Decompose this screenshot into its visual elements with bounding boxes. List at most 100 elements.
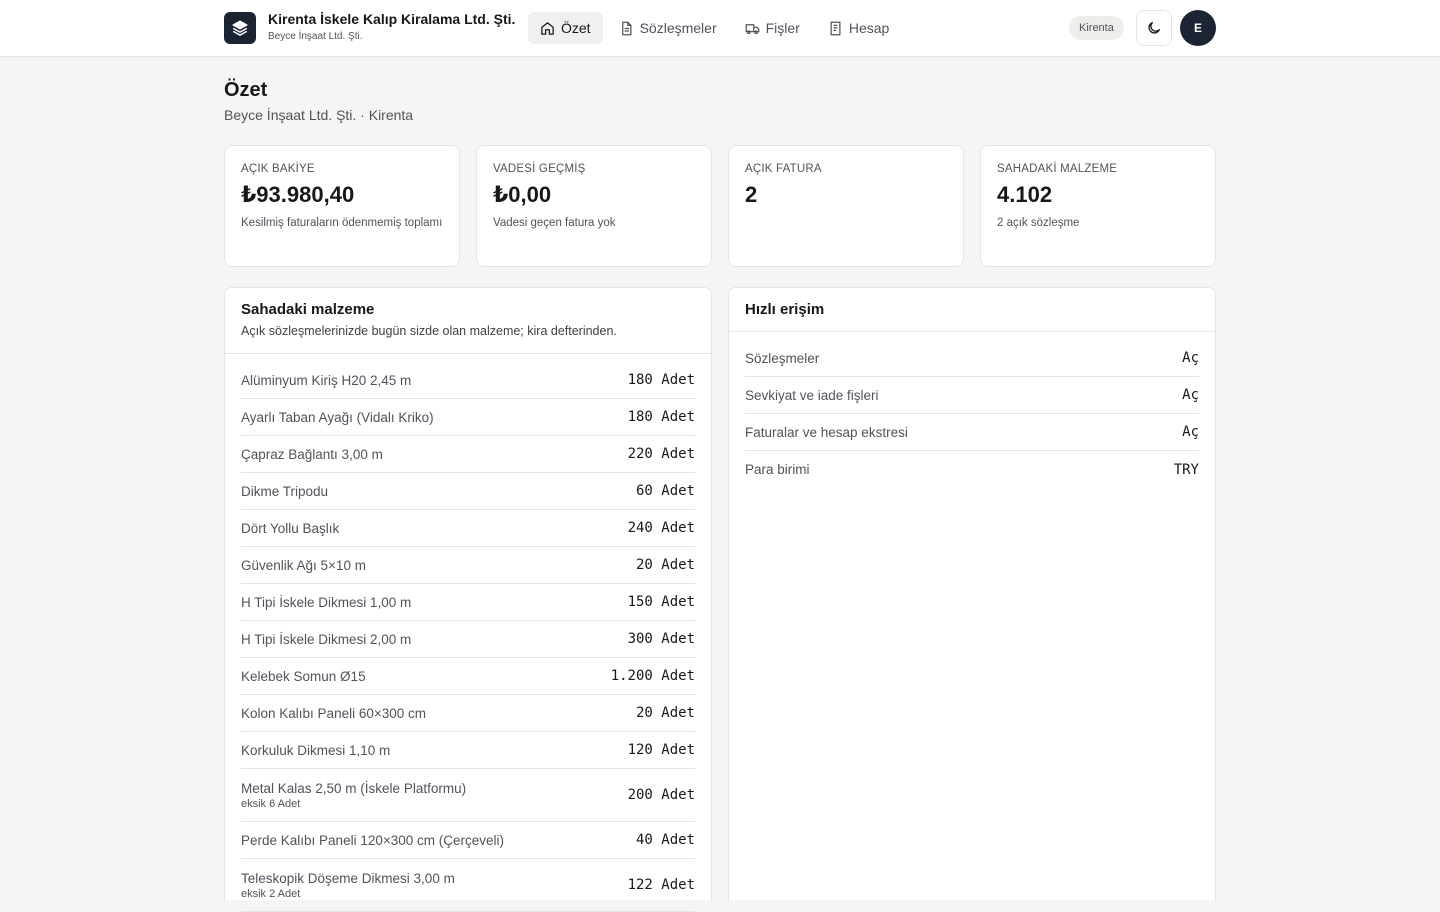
nav-label: Sözleşmeler [639,20,717,36]
list-item: Kelebek Somun Ø15 1.200 Adet [241,658,695,695]
page-subtitle: Beyce İnşaat Ltd. Şti. · Kirenta [224,107,414,123]
material-qty: 180 Adet [627,372,695,388]
list-item: Ayarlı Taban Ayağı (Vidalı Kriko) 180 Ad… [241,399,695,436]
material-qty: 20 Adet [635,557,695,573]
app-subtitle: Beyce İnşaat Ltd. Şti. [268,31,363,42]
material-name: Perde Kalıbı Paneli 120×300 cm (Çerçevel… [241,832,505,848]
currency-value: TRY [1173,461,1199,478]
quick-label: Faturalar ve hesap ekstresi [745,424,908,440]
document-icon [621,21,632,35]
shortage-note: eksik 2 Adet [241,887,301,900]
stat-label: VADESİ GEÇMİŞ [493,163,586,175]
quick-link-contracts[interactable]: Sözleşmeler Aç [745,340,1199,377]
top-bar: Kirenta İskele Kalıp Kiralama Ltd. Şti. … [0,0,1440,57]
card-header: Sahadaki malzeme Açık sözleşmelerinizde … [225,288,711,354]
stat-value: 4.102 [997,182,1053,207]
material-name: Dört Yollu Başlık [241,520,340,536]
nav-item-sozlesmeler[interactable]: Sözleşmeler [607,12,729,44]
onsite-material-card: Sahadaki malzeme Açık sözleşmelerinizde … [224,287,712,912]
nav-item-fisler[interactable]: Fişler [733,12,812,44]
main-nav: Özet Sözleşmeler Fişler Hesap [528,12,901,44]
card-title: Hızlı erişim [745,301,825,318]
material-name: Teleskopik Döşeme Dikmesi 3,00 m [241,870,455,886]
material-qty: 20 Adet [635,705,695,721]
material-qty: 1.200 Adet [610,668,695,684]
material-name: Kelebek Somun Ø15 [241,668,366,684]
quick-access-card: Hızlı erişim Sözleşmeler Aç Sevkiyat ve … [728,287,1216,900]
material-name: Kolon Kalıbı Paneli 60×300 cm [241,705,426,721]
shortage-note: eksik 6 Adet [241,797,301,810]
material-name: H Tipi İskele Dikmesi 1,00 m [241,594,412,610]
user-avatar[interactable]: E [1180,10,1216,46]
stat-desc: 2 açık sözleşme [997,217,1080,229]
stat-label: AÇIK FATURA [745,163,822,175]
quick-label: Sevkiyat ve iade fişleri [745,387,879,403]
stat-value: ₺0,00 [493,182,552,207]
list-item: Metal Kalas 2,50 m (İskele Platformu) ek… [241,769,695,822]
moon-icon [1148,22,1160,34]
material-qty: 150 Adet [627,594,695,610]
stat-card-overdue: VADESİ GEÇMİŞ ₺0,00 Vadesi geçen fatura … [476,145,712,267]
page-title: Özet [224,79,268,101]
truck-icon [745,23,759,34]
material-qty: 60 Adet [635,483,695,499]
list-item: Dört Yollu Başlık 240 Adet [241,510,695,547]
nav-item-ozet[interactable]: Özet [528,12,603,44]
nav-label: Hesap [848,20,890,36]
stat-label: AÇIK BAKİYE [241,163,315,175]
nav-item-hesap[interactable]: Hesap [816,12,901,44]
stat-desc: Kesilmiş faturaların ödenmemiş toplamı [241,217,443,229]
open-link[interactable]: Aç [1182,387,1199,403]
stat-card-open-invoices: AÇIK FATURA 2 [728,145,964,267]
material-name: Ayarlı Taban Ayağı (Vidalı Kriko) [241,409,434,425]
list-item: Güvenlik Ağı 5×10 m 20 Adet [241,547,695,584]
card-header: Hızlı erişim [729,288,1215,332]
nav-label: Özet [561,20,591,36]
app-name: Kirenta İskele Kalıp Kiralama Ltd. Şti. [268,11,516,27]
stat-value: 2 [745,182,758,207]
list-item: H Tipi İskele Dikmesi 1,00 m 150 Adet [241,584,695,621]
quick-label: Sözleşmeler [745,350,820,366]
material-qty: 300 Adet [627,631,695,647]
material-name: Metal Kalas 2,50 m (İskele Platformu) [241,780,467,796]
material-list: Alüminyum Kiriş H20 2,45 m 180 Adet Ayar… [225,354,711,912]
stat-card-open-balance: AÇIK BAKİYE ₺93.980,40 Kesilmiş faturala… [224,145,460,267]
open-link[interactable]: Aç [1182,424,1199,440]
material-name: Korkuluk Dikmesi 1,10 m [241,742,391,758]
list-item: Kolon Kalıbı Paneli 60×300 cm 20 Adet [241,695,695,732]
material-name: Çapraz Bağlantı 3,00 m [241,446,383,462]
quick-link-invoices[interactable]: Faturalar ve hesap ekstresi Aç [745,414,1199,451]
material-qty: 180 Adet [627,409,695,425]
theme-toggle-button[interactable] [1136,10,1172,46]
material-name: Güvenlik Ağı 5×10 m [241,557,366,573]
material-name: Dikme Tripodu [241,483,329,499]
quick-label: Para birimi [745,462,810,477]
material-qty: 120 Adet [627,742,695,758]
tenant-badge: Kirenta [1069,16,1124,40]
currency-row: Para birimi TRY [745,451,1199,488]
list-item: Perde Kalıbı Paneli 120×300 cm (Çerçevel… [241,822,695,859]
list-item: Teleskopik Döşeme Dikmesi 3,00 m eksik 2… [241,859,695,912]
quick-access-list: Sözleşmeler Aç Sevkiyat ve iade fişleri … [729,332,1215,488]
list-item: Çapraz Bağlantı 3,00 m 220 Adet [241,436,695,473]
home-icon [541,21,554,35]
list-item: Alüminyum Kiriş H20 2,45 m 180 Adet [241,362,695,399]
list-item: Dikme Tripodu 60 Adet [241,473,695,510]
nav-label: Fişler [765,20,800,36]
card-title: Sahadaki malzeme [241,301,375,318]
stat-label: SAHADAKİ MALZEME [997,163,1118,175]
card-description: Açık sözleşmelerinizde bugün sizde olan … [241,324,617,338]
stat-card-onsite-material: SAHADAKİ MALZEME 4.102 2 açık sözleşme [980,145,1216,267]
quick-link-delivery-slips[interactable]: Sevkiyat ve iade fişleri Aç [745,377,1199,414]
material-qty: 40 Adet [635,832,695,848]
open-link[interactable]: Aç [1182,350,1199,366]
material-qty: 240 Adet [627,520,695,536]
list-item: H Tipi İskele Dikmesi 2,00 m 300 Adet [241,621,695,658]
receipt-icon [830,21,841,35]
material-name: Alüminyum Kiriş H20 2,45 m [241,372,412,388]
material-qty: 220 Adet [627,446,695,462]
material-qty: 200 Adet [627,787,695,803]
list-item: Korkuluk Dikmesi 1,10 m 120 Adet [241,732,695,769]
material-qty: 122 Adet [627,877,695,893]
layers-icon[interactable] [224,12,256,44]
